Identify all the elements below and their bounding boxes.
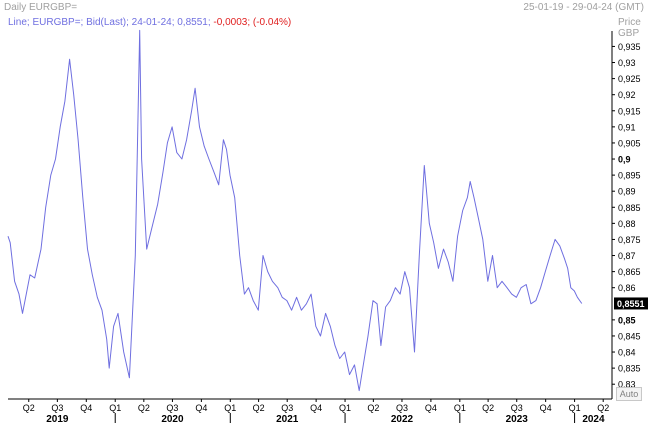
y-tick-label: 0,905 [618,138,641,148]
y-tick-label: 0,835 [618,364,641,374]
y-tick-label: 0,87 [618,251,636,261]
y-tick-label: 0,84 [618,348,636,358]
x-quarter-label: Q3 [396,403,408,413]
y-tick-label: 0,875 [618,235,641,245]
x-year-label: 2021 [276,414,299,425]
x-year-label: 2020 [161,414,184,425]
x-quarter-label: Q1 [339,403,351,413]
price-chart[interactable]: 0,935 0,93 0,925 0,92 0,915 0,91 0,905 0,9 0,895… [0,0,652,440]
x-quarter-label: Q1 [109,403,121,413]
x-year-label: 2022 [391,414,414,425]
last-price-label: 0,8551 [617,299,645,309]
y-tick-label: 0,915 [618,106,641,116]
x-quarter-label: Q4 [80,403,92,413]
y-tick-label: 0,885 [618,203,641,213]
x-quarter-label: Q3 [166,403,178,413]
x-quarter-label: Q2 [367,403,379,413]
x-quarter-label: Q3 [51,403,63,413]
x-quarter-label: Q2 [138,403,150,413]
x-quarter-label: Q2 [482,403,494,413]
y-tick-label: 0,86 [618,283,636,293]
y-tick-label: 0,925 [618,74,641,84]
y-tick-label: 0,89 [618,187,636,197]
y-tick-label: 0,91 [618,122,636,132]
y-tick-label: 0,93 [618,58,636,68]
x-quarter-label: Q3 [511,403,523,413]
x-year-label: 2019 [46,414,69,425]
x-year-label: 2024 [582,414,605,425]
eurgbp-price-line [7,29,583,392]
y-tick-label: 0,85 [618,315,636,325]
x-quarter-label: Q4 [425,403,437,413]
y-tick-label: 0,845 [618,331,641,341]
auto-scale-button[interactable]: Auto [616,387,642,401]
y-tick-label: 0,9 [618,155,631,165]
x-quarter-label: Q2 [253,403,265,413]
x-quarter-label: Q1 [454,403,466,413]
x-quarter-label: Q2 [23,403,35,413]
y-tick-label: 0,865 [618,267,641,277]
y-tick-label: 0,895 [618,171,641,181]
x-quarter-label: Q1 [569,403,581,413]
x-quarter-label: Q1 [224,403,236,413]
x-quarter-label: Q3 [281,403,293,413]
y-tick-label: 0,92 [618,90,636,100]
x-quarter-label: Q4 [195,403,207,413]
y-tick-label: 0,935 [618,42,641,52]
x-quarter-label: Q2 [597,403,609,413]
x-quarter-label: Q4 [540,403,552,413]
x-year-label: 2023 [506,414,529,425]
x-quarter-label: Q4 [310,403,322,413]
y-tick-label: 0,88 [618,219,636,229]
